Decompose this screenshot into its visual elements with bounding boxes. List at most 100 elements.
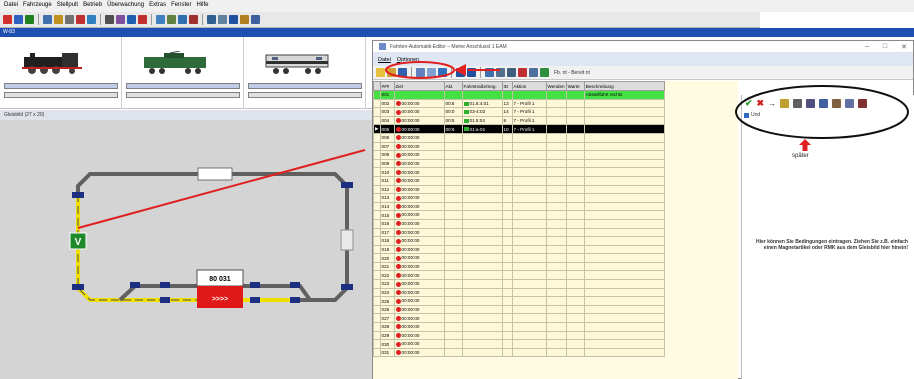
chart-icon[interactable] <box>845 98 855 108</box>
cell-aktion[interactable] <box>511 244 547 255</box>
cell-wenden[interactable] <box>545 261 567 272</box>
maximize-icon[interactable]: □ <box>883 43 887 51</box>
signal-icon[interactable] <box>819 98 829 108</box>
cell-warte[interactable] <box>565 330 585 341</box>
cell-no[interactable]: 023 <box>379 279 395 289</box>
new-icon[interactable] <box>376 68 385 77</box>
header-wenden[interactable]: Wenden <box>545 81 567 91</box>
cell-no[interactable]: 010 <box>379 167 395 177</box>
cell-fahrstrasse[interactable] <box>461 132 503 143</box>
cell-aktion[interactable]: 7 - Profil 1 <box>511 115 547 126</box>
menu-optionen[interactable]: Optionen <box>397 57 419 63</box>
cell-id[interactable] <box>501 236 513 246</box>
cell-ziel[interactable]: 00:00:00 <box>393 141 445 152</box>
open-icon[interactable] <box>387 68 396 77</box>
cell-fahrstrasse[interactable] <box>461 167 503 177</box>
cell-ziel[interactable]: 00:00:00 <box>393 313 445 324</box>
cell-beschreibung[interactable] <box>583 150 665 160</box>
cell-akt[interactable] <box>443 330 463 341</box>
table-row[interactable]: 016 00:00:00 <box>373 218 665 229</box>
cell-ziel[interactable]: 00:00:00 <box>393 279 445 289</box>
menu-extras[interactable]: Extras <box>149 2 166 10</box>
cell-no[interactable]: 016 <box>379 218 395 229</box>
cell-akt[interactable] <box>443 201 463 212</box>
cell-akt[interactable] <box>443 270 463 281</box>
cell-beschreibung[interactable] <box>583 270 665 281</box>
cell-no[interactable]: 007 <box>379 141 395 152</box>
table-row[interactable]: 024 00:00:00 <box>373 287 665 298</box>
arrow-right-icon[interactable] <box>467 68 476 77</box>
cell-ziel[interactable]: 00:00:00 <box>393 124 445 134</box>
cell-akt[interactable]: 00:5 <box>443 115 463 126</box>
cell-akt[interactable] <box>443 184 463 195</box>
table-row[interactable]: 028 00:00:00 <box>373 322 665 332</box>
cell-beschreibung[interactable] <box>583 115 665 126</box>
cell-id[interactable] <box>501 150 513 160</box>
cell-wenden[interactable] <box>545 210 567 220</box>
signal-marker[interactable] <box>72 284 84 290</box>
cell-id[interactable] <box>501 261 513 272</box>
info-icon[interactable] <box>218 15 227 24</box>
cell-beschreibung[interactable] <box>583 218 665 229</box>
cell-warte[interactable] <box>565 210 585 220</box>
cell-aktion[interactable] <box>511 141 547 152</box>
table-row[interactable]: 026 00:00:00 <box>373 304 665 315</box>
cell-beschreibung[interactable] <box>583 253 665 263</box>
grid-icon[interactable] <box>105 15 114 24</box>
cell-beschreibung[interactable] <box>583 158 665 169</box>
cell-akt[interactable] <box>443 193 463 203</box>
cell-wenden[interactable] <box>545 107 567 117</box>
cell-ziel[interactable]: 00:00:00 <box>393 296 445 306</box>
cell-wenden[interactable] <box>545 347 567 358</box>
cell-aktion[interactable] <box>511 279 547 289</box>
cell-fahrstrasse[interactable] <box>461 218 503 229</box>
cell-no[interactable]: 003 <box>379 107 395 117</box>
schedule-icon[interactable] <box>116 15 125 24</box>
cell-id[interactable] <box>501 270 513 281</box>
cell-warte[interactable] <box>565 124 585 134</box>
cell-no[interactable]: 011 <box>379 175 395 186</box>
cell-aktion[interactable]: 7 - Profil 1 <box>511 107 547 117</box>
grid-icon[interactable] <box>485 68 494 77</box>
cell-fahrstrasse[interactable]: 01.6:4:01 <box>461 98 503 109</box>
cell-akt[interactable] <box>443 296 463 306</box>
signal-marker[interactable] <box>341 182 353 188</box>
cell-aktion[interactable] <box>511 158 547 169</box>
speed-slider[interactable] <box>126 92 240 98</box>
table-row[interactable]: 018 00:00:00 <box>373 236 665 246</box>
cell-id[interactable] <box>501 279 513 289</box>
cell-id[interactable]: 13 <box>501 98 513 109</box>
cell-no[interactable]: 030 <box>379 339 395 349</box>
cell-warte[interactable] <box>565 287 585 298</box>
cell-akt[interactable] <box>443 150 463 160</box>
arrow-right-icon[interactable]: → <box>768 99 776 108</box>
cell-warte[interactable] <box>565 322 585 332</box>
cell-no[interactable]: 012 <box>379 184 395 195</box>
cell-no[interactable]: 022 <box>379 270 395 281</box>
cell-aktion[interactable] <box>511 304 547 315</box>
cell-fahrstrasse[interactable] <box>461 304 503 315</box>
cell-wenden[interactable] <box>545 193 567 203</box>
cell-wenden[interactable] <box>545 124 567 134</box>
cell-aktion[interactable] <box>511 193 547 203</box>
cell-wenden[interactable] <box>545 322 567 332</box>
cell-akt[interactable] <box>443 253 463 263</box>
cell-wenden[interactable] <box>545 115 567 126</box>
cell-warte[interactable] <box>565 107 585 117</box>
cell-wenden[interactable] <box>545 244 567 255</box>
cell-beschreibung[interactable] <box>583 132 665 143</box>
cell-id[interactable] <box>501 287 513 298</box>
filter-icon[interactable] <box>507 68 516 77</box>
cell-ziel[interactable]: 00:00:00 <box>393 167 445 177</box>
header-id[interactable]: ID <box>501 81 513 91</box>
track-top-right[interactable] <box>230 172 349 230</box>
cell-beschreibung[interactable] <box>583 201 665 212</box>
loco-panel-3[interactable] <box>244 37 366 109</box>
layout-icon[interactable] <box>43 15 52 24</box>
sort-icon[interactable] <box>529 68 538 77</box>
conditions-tree[interactable]: Und <box>744 112 760 118</box>
cell-beschreibung[interactable] <box>583 227 665 238</box>
header-no[interactable]: ### <box>379 81 395 91</box>
cell-beschreibung[interactable] <box>583 330 665 341</box>
cell-fahrstrasse[interactable] <box>461 322 503 332</box>
